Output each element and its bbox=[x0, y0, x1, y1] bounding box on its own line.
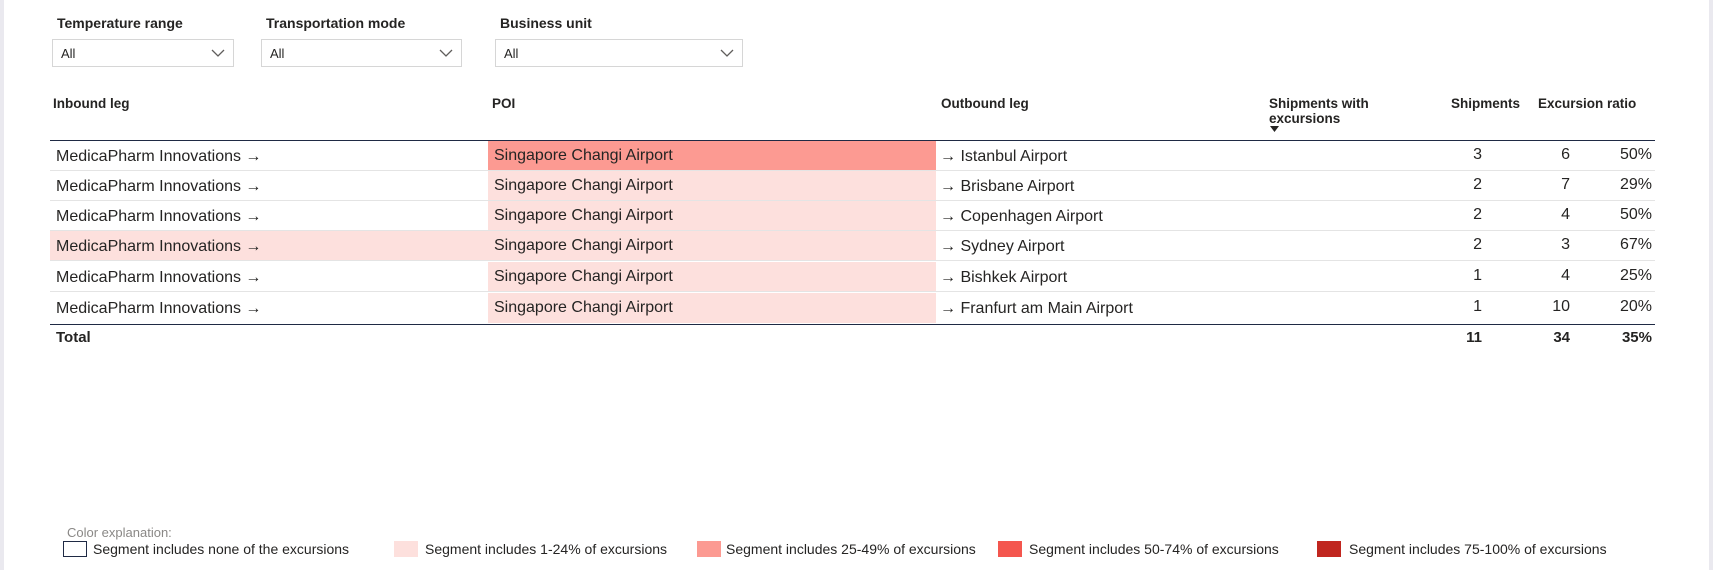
column-header-outbound[interactable]: Outbound leg bbox=[941, 96, 1029, 111]
poi-cell: Singapore Changi Airport bbox=[488, 201, 936, 231]
table-row[interactable]: MedicaPharm Innovations → Singapore Chan… bbox=[50, 262, 1655, 292]
shipments-cell: 7 bbox=[1561, 176, 1570, 193]
total-shipments-with-excursions: 11 bbox=[1466, 329, 1482, 346]
outbound-cell: → Franfurt am Main Airport bbox=[940, 300, 1133, 317]
chevron-down-icon bbox=[439, 49, 453, 57]
filter-transportation-mode: Transportation mode All bbox=[261, 13, 462, 67]
total-divider bbox=[50, 324, 1655, 325]
legend-swatch bbox=[1317, 541, 1341, 557]
transportation-mode-dropdown[interactable]: All bbox=[261, 39, 462, 67]
chevron-down-icon bbox=[720, 49, 734, 57]
row-divider bbox=[50, 291, 1655, 292]
shipments-with-excursions-cell: 2 bbox=[1473, 236, 1482, 253]
poi-cell: Singapore Changi Airport bbox=[488, 293, 936, 323]
shipments-cell: 3 bbox=[1561, 236, 1570, 253]
table-row[interactable]: MedicaPharm Innovations → Singapore Chan… bbox=[50, 231, 1655, 261]
shipments-cell: 4 bbox=[1561, 267, 1570, 284]
legend-title: Color explanation: bbox=[67, 525, 172, 540]
legend-swatch bbox=[697, 541, 721, 557]
inbound-cell: MedicaPharm Innovations → bbox=[50, 171, 488, 201]
sort-descending-icon bbox=[1270, 126, 1279, 132]
inbound-cell: MedicaPharm Innovations → bbox=[50, 141, 488, 171]
total-excursion-ratio: 35% bbox=[1621, 329, 1652, 346]
table-row[interactable]: MedicaPharm Innovations → Singapore Chan… bbox=[50, 141, 1655, 171]
legend-label: Segment includes 50-74% of excursions bbox=[1029, 541, 1279, 557]
table-row[interactable]: MedicaPharm Innovations → Singapore Chan… bbox=[50, 171, 1655, 201]
column-header-inbound[interactable]: Inbound leg bbox=[53, 96, 130, 111]
legend-label: Segment includes none of the excursions bbox=[93, 541, 350, 557]
column-header-shipments[interactable]: Shipments bbox=[1451, 96, 1520, 111]
shipments-with-excursions-cell: 3 bbox=[1473, 146, 1482, 163]
filter-label: Transportation mode bbox=[266, 15, 406, 31]
shipments-cell: 10 bbox=[1552, 298, 1570, 315]
filter-label: Temperature range bbox=[57, 15, 183, 31]
dropdown-value: All bbox=[504, 46, 519, 61]
business-unit-dropdown[interactable]: All bbox=[495, 39, 743, 67]
poi-cell: Singapore Changi Airport bbox=[488, 141, 936, 171]
column-header-excursion-ratio[interactable]: Excursion ratio bbox=[1538, 96, 1636, 111]
shipments-with-excursions-cell: 1 bbox=[1473, 267, 1482, 284]
column-header-poi[interactable]: POI bbox=[492, 96, 515, 111]
legend-label: Segment includes 75-100% of excursions bbox=[1349, 541, 1607, 557]
poi-cell: Singapore Changi Airport bbox=[488, 171, 936, 201]
inbound-cell: MedicaPharm Innovations → bbox=[50, 262, 488, 292]
shipments-with-excursions-cell: 2 bbox=[1473, 176, 1482, 193]
excursion-ratio-cell: 67% bbox=[1619, 236, 1652, 253]
chevron-down-icon bbox=[211, 49, 225, 57]
row-divider bbox=[50, 260, 1655, 261]
shipments-cell: 4 bbox=[1561, 206, 1570, 223]
report-panel: Temperature range All Transportation mod… bbox=[4, 0, 1709, 570]
table-row[interactable]: MedicaPharm Innovations → Singapore Chan… bbox=[50, 201, 1655, 231]
total-shipments: 34 bbox=[1553, 329, 1570, 346]
legend-swatch bbox=[394, 541, 418, 557]
temperature-range-dropdown[interactable]: All bbox=[52, 39, 234, 67]
outbound-cell: → Copenhagen Airport bbox=[940, 208, 1103, 225]
inbound-cell: MedicaPharm Innovations → bbox=[50, 231, 488, 261]
shipments-with-excursions-cell: 1 bbox=[1473, 298, 1482, 315]
shipments-with-excursions-cell: 2 bbox=[1473, 206, 1482, 223]
dropdown-value: All bbox=[61, 46, 76, 61]
excursion-ratio-cell: 50% bbox=[1619, 146, 1652, 163]
outbound-cell: → Istanbul Airport bbox=[940, 148, 1068, 165]
column-header-shipments-with-excursions[interactable]: Shipments with excursions bbox=[1269, 96, 1399, 126]
inbound-cell: MedicaPharm Innovations → bbox=[50, 293, 488, 323]
inbound-cell: MedicaPharm Innovations → bbox=[50, 201, 488, 231]
excursion-ratio-cell: 20% bbox=[1619, 298, 1652, 315]
outbound-cell: → Sydney Airport bbox=[940, 238, 1065, 255]
legend-label: Segment includes 1-24% of excursions bbox=[425, 541, 668, 557]
outbound-cell: → Brisbane Airport bbox=[940, 178, 1075, 195]
dropdown-value: All bbox=[270, 46, 285, 61]
filter-business-unit: Business unit All bbox=[495, 13, 743, 67]
total-row: Total 11 34 35% bbox=[50, 326, 1655, 350]
table-row[interactable]: MedicaPharm Innovations → Singapore Chan… bbox=[50, 293, 1655, 323]
excursion-ratio-cell: 50% bbox=[1619, 206, 1652, 223]
legend-label: Segment includes 25-49% of excursions bbox=[726, 541, 976, 557]
filter-label: Business unit bbox=[500, 15, 592, 31]
poi-cell: Singapore Changi Airport bbox=[488, 231, 936, 261]
shipments-cell: 6 bbox=[1561, 146, 1570, 163]
excursion-ratio-cell: 29% bbox=[1619, 176, 1652, 193]
excursion-ratio-cell: 25% bbox=[1619, 267, 1652, 284]
legend-swatch bbox=[63, 541, 87, 557]
poi-cell: Singapore Changi Airport bbox=[488, 262, 936, 292]
outbound-cell: → Bishkek Airport bbox=[940, 269, 1068, 286]
total-label: Total bbox=[56, 329, 91, 346]
legend-swatch bbox=[998, 541, 1022, 557]
filter-temperature-range: Temperature range All bbox=[52, 13, 234, 67]
